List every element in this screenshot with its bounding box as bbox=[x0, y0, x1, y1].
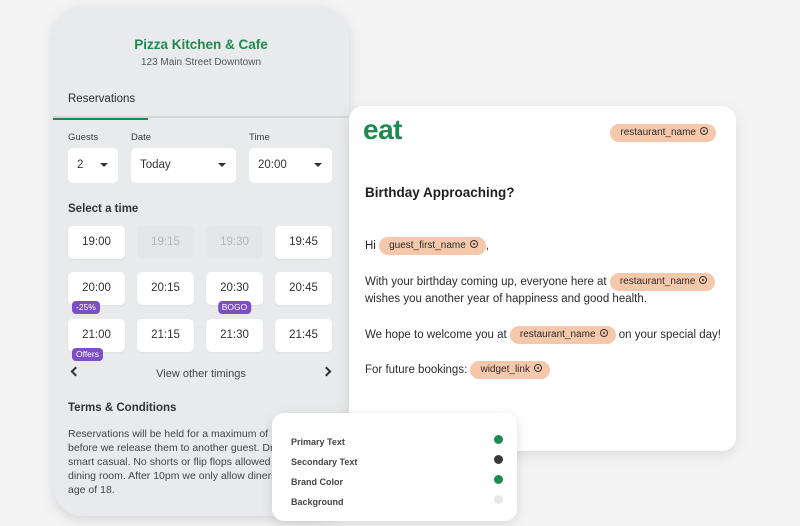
time-slot-label: 21:15 bbox=[151, 329, 180, 341]
body-paragraph-3: For future bookings: widget_link bbox=[365, 361, 725, 380]
time-slot-label: 19:30 bbox=[220, 236, 249, 248]
color-row-secondary-text[interactable]: Secondary Text bbox=[291, 452, 503, 467]
body-text: wishes you another year of happiness and… bbox=[365, 293, 647, 306]
color-row-background[interactable]: Background bbox=[291, 492, 503, 507]
body-text: With your birthday coming up, everyone h… bbox=[365, 275, 607, 288]
color-swatch[interactable] bbox=[494, 455, 503, 464]
restaurant-address: 123 Main Street Downtown bbox=[140, 57, 262, 68]
time-slot[interactable]: 21:45 bbox=[275, 319, 332, 352]
variable-tag[interactable]: guest_first_name bbox=[379, 237, 486, 255]
tag-label: guest_first_name bbox=[389, 240, 466, 251]
body-paragraph-2: We hope to welcome you at restaurant_nam… bbox=[365, 325, 725, 345]
time-slot[interactable]: 21:30 bbox=[206, 319, 263, 352]
time-slot-label: 20:15 bbox=[151, 282, 180, 294]
color-row-brand-color[interactable]: Brand Color bbox=[291, 472, 503, 487]
remove-tag-icon[interactable] bbox=[700, 127, 708, 135]
chevron-down-icon bbox=[314, 163, 322, 167]
time-value: 20:00 bbox=[258, 159, 287, 171]
time-slot[interactable]: 19:45 bbox=[275, 226, 332, 259]
color-label: Primary Text bbox=[291, 437, 345, 447]
offer-badge: -25% bbox=[72, 301, 100, 314]
active-tab-indicator bbox=[53, 118, 148, 120]
greeting-text: Hi bbox=[365, 240, 376, 253]
greeting-punctuation: , bbox=[485, 240, 489, 253]
time-slot-label: 21:00 bbox=[82, 329, 111, 341]
color-settings-panel: Primary Text Secondary Text Brand Color … bbox=[272, 413, 517, 521]
time-slot[interactable]: 21:00 Offers bbox=[68, 319, 125, 361]
chevron-down-icon bbox=[100, 163, 108, 167]
time-select[interactable]: 20:00 bbox=[249, 148, 332, 183]
restaurant-name: Pizza Kitchen & Cafe bbox=[134, 37, 268, 52]
greeting-paragraph: Hi guest_first_name, bbox=[365, 237, 725, 256]
time-label: Time bbox=[249, 132, 270, 143]
tab-reservations[interactable]: Reservations bbox=[53, 82, 148, 120]
remove-tag-icon[interactable] bbox=[699, 275, 708, 284]
body-text: on your special day! bbox=[618, 328, 722, 341]
time-slot-label: 20:00 bbox=[82, 282, 111, 294]
time-slot[interactable]: 19:00 bbox=[68, 226, 125, 259]
date-select[interactable]: Today bbox=[131, 148, 236, 183]
body-paragraph-1: With your birthday coming up, everyone h… bbox=[365, 272, 725, 309]
select-time-heading: Select a time bbox=[68, 203, 139, 215]
time-slot-label: 20:30 bbox=[220, 282, 249, 294]
email-preview-card: eat restaurant_name Birthday Approaching… bbox=[349, 106, 736, 451]
time-slot[interactable]: 20:15 bbox=[137, 272, 194, 305]
guests-select[interactable]: 2 bbox=[68, 148, 118, 183]
widget-header: Pizza Kitchen & Cafe 123 Main Street Dow… bbox=[53, 6, 349, 68]
tag-label: restaurant_name bbox=[619, 275, 696, 287]
time-slot-label: 19:45 bbox=[289, 236, 318, 248]
time-slot-label: 21:45 bbox=[289, 329, 318, 341]
date-value: Today bbox=[140, 159, 171, 171]
time-slot[interactable]: 21:15 bbox=[137, 319, 194, 352]
remove-tag-icon[interactable] bbox=[533, 364, 542, 373]
color-swatch[interactable] bbox=[494, 495, 503, 504]
body-text: We hope to welcome you at bbox=[365, 328, 507, 341]
offer-badge: BOGO bbox=[217, 301, 252, 314]
timings-navigation: View other timings bbox=[68, 366, 334, 384]
brand-logo: eat bbox=[363, 114, 402, 145]
color-swatch[interactable] bbox=[494, 475, 503, 484]
chevron-down-icon bbox=[218, 163, 226, 167]
terms-heading: Terms & Conditions bbox=[68, 402, 177, 414]
time-slot-label: 19:00 bbox=[82, 236, 111, 248]
color-row-primary-text[interactable]: Primary Text bbox=[291, 432, 503, 447]
variable-tag[interactable]: restaurant_name bbox=[610, 124, 716, 142]
tag-label: restaurant_name bbox=[519, 328, 596, 340]
time-slot: 19:30 bbox=[206, 226, 263, 259]
color-label: Background bbox=[291, 497, 344, 507]
widget-tabs: Reservations bbox=[53, 82, 349, 120]
guests-value: 2 bbox=[77, 159, 84, 171]
variable-tag[interactable]: restaurant_name bbox=[509, 325, 616, 344]
body-text: For future bookings: bbox=[365, 364, 468, 377]
offer-badge: Offers bbox=[72, 348, 103, 361]
date-label: Date bbox=[131, 132, 152, 143]
remove-tag-icon[interactable] bbox=[599, 328, 608, 337]
view-other-timings-link[interactable]: View other timings bbox=[68, 368, 334, 380]
tab-label: Reservations bbox=[68, 93, 136, 105]
email-title: Birthday Approaching? bbox=[365, 185, 515, 200]
time-slot[interactable]: 20:00 -25% bbox=[68, 272, 125, 314]
email-body: Hi guest_first_name, With your birthday … bbox=[365, 237, 725, 397]
variable-tag[interactable]: restaurant_name bbox=[609, 272, 716, 291]
color-label: Secondary Text bbox=[291, 457, 358, 467]
color-swatch[interactable] bbox=[494, 435, 503, 444]
guests-label: Guests bbox=[68, 132, 99, 143]
remove-tag-icon[interactable] bbox=[469, 240, 478, 248]
time-slot[interactable]: 20:45 bbox=[275, 272, 332, 305]
color-label: Brand Color bbox=[291, 477, 344, 487]
time-slot: 19:15 bbox=[137, 226, 194, 259]
time-slot-label: 21:30 bbox=[220, 329, 249, 341]
time-slot-label: 19:15 bbox=[151, 236, 180, 248]
time-slot-label: 20:45 bbox=[289, 282, 318, 294]
variable-tag[interactable]: widget_link bbox=[470, 361, 550, 380]
tag-label: restaurant_name bbox=[620, 127, 696, 138]
tag-label: widget_link bbox=[480, 364, 530, 376]
time-slot[interactable]: 20:30 BOGO bbox=[206, 272, 263, 314]
